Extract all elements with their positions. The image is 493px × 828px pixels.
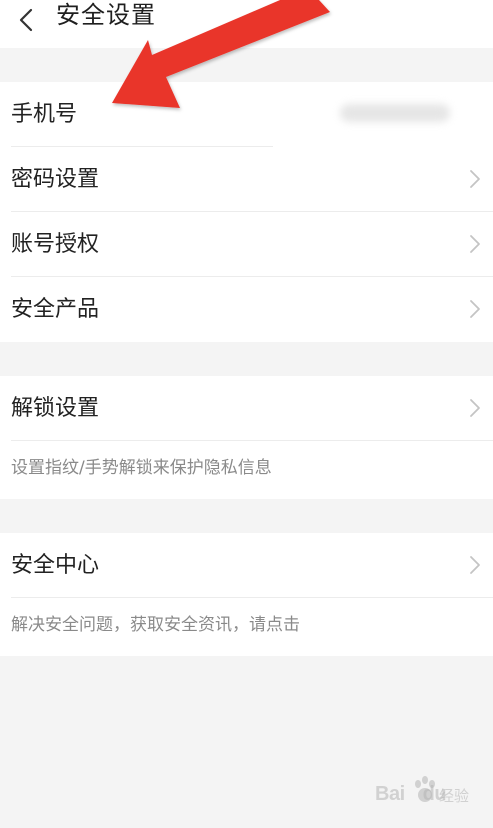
security-center-label: 安全中心 <box>11 553 100 578</box>
chevron-right-icon <box>470 170 480 188</box>
chevron-right-icon <box>470 399 480 417</box>
chevron-right-icon <box>470 235 480 253</box>
unlock-settings-item[interactable]: 解锁设置 <box>0 376 493 441</box>
chevron-right-icon <box>470 556 480 574</box>
back-button[interactable] <box>14 6 42 34</box>
chevron-right-icon <box>470 300 480 318</box>
account-settings-group: 手机号 密码设置 账号授权 安全产品 <box>0 82 493 342</box>
phone-number-label: 手机号 <box>11 102 78 127</box>
baidu-watermark: Bai du 经验 <box>375 775 485 809</box>
password-settings-item[interactable]: 密码设置 <box>0 147 493 212</box>
account-authorization-label: 账号授权 <box>11 232 100 257</box>
unlock-settings-group: 解锁设置 设置指纹/手势解锁来保护隐私信息 <box>0 376 493 499</box>
watermark-text: Bai du <box>375 783 447 805</box>
unlock-settings-description: 设置指纹/手势解锁来保护隐私信息 <box>11 458 272 478</box>
security-center-description: 解决安全问题，获取安全资讯，请点击 <box>11 615 300 635</box>
phone-number-value-blurred <box>340 104 450 122</box>
page-title: 安全设置 <box>56 1 156 29</box>
security-center-item[interactable]: 安全中心 <box>0 533 493 598</box>
security-center-group: 安全中心 解决安全问题，获取安全资讯，请点击 <box>0 533 493 656</box>
account-authorization-item[interactable]: 账号授权 <box>0 212 493 277</box>
top-bar: 安全设置 <box>0 0 493 48</box>
chevron-left-icon <box>19 8 33 32</box>
paw-icon <box>415 776 435 802</box>
security-products-item[interactable]: 安全产品 <box>0 277 493 342</box>
watermark-sub: 经验 <box>439 787 470 805</box>
unlock-settings-label: 解锁设置 <box>11 396 100 421</box>
phone-number-item[interactable]: 手机号 <box>0 82 493 147</box>
password-settings-label: 密码设置 <box>11 167 100 192</box>
security-products-label: 安全产品 <box>11 297 100 322</box>
